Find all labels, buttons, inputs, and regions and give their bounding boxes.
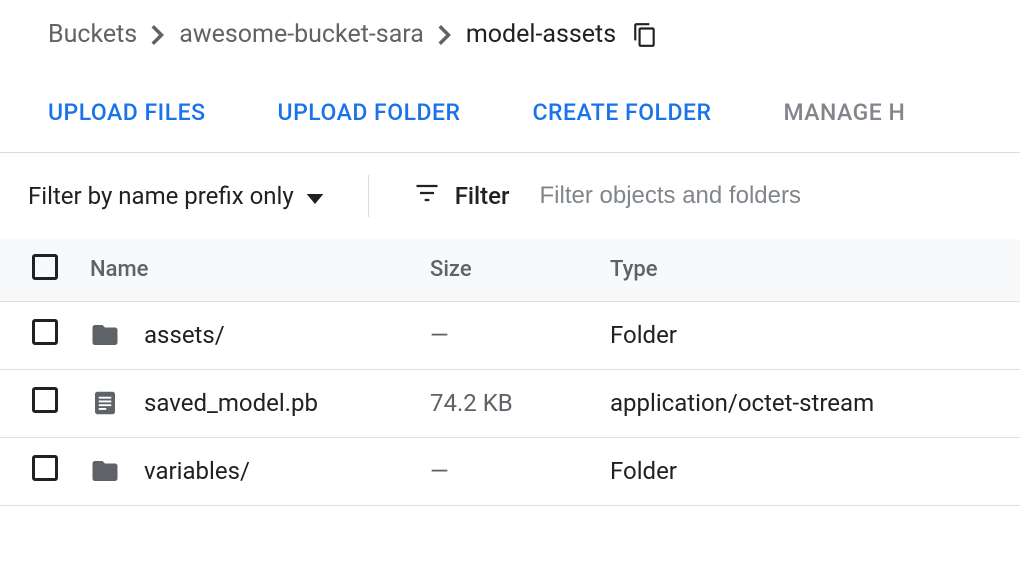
filter-prefix-label: Filter by name prefix only xyxy=(28,182,294,210)
chevron-right-icon xyxy=(438,24,452,46)
row-checkbox[interactable] xyxy=(32,455,58,481)
upload-files-button[interactable]: UPLOAD FILES xyxy=(48,99,206,126)
object-type: Folder xyxy=(610,301,1020,369)
table-row[interactable]: variables/ —Folder xyxy=(0,437,1020,505)
action-bar: UPLOAD FILES UPLOAD FOLDER CREATE FOLDER… xyxy=(0,49,1020,152)
object-size: — xyxy=(430,301,610,369)
filter-group: Filter xyxy=(385,179,510,213)
filter-prefix-dropdown[interactable]: Filter by name prefix only xyxy=(28,182,352,210)
dropdown-arrow-icon xyxy=(306,182,324,210)
column-header-type[interactable]: Type xyxy=(610,239,1020,301)
breadcrumb-root[interactable]: Buckets xyxy=(48,20,137,49)
file-icon xyxy=(90,388,120,418)
select-all-checkbox[interactable] xyxy=(32,254,58,280)
object-name[interactable]: assets/ xyxy=(144,321,225,349)
row-checkbox[interactable] xyxy=(32,387,58,413)
objects-table: Name Size Type assets/—Foldersaved_model… xyxy=(0,239,1020,506)
breadcrumb: Buckets awesome-bucket-sara model-assets xyxy=(0,0,1020,49)
table-header-row: Name Size Type xyxy=(0,239,1020,301)
row-checkbox[interactable] xyxy=(32,319,58,345)
column-header-name[interactable]: Name xyxy=(90,239,430,301)
filter-input[interactable] xyxy=(526,182,993,210)
table-row[interactable]: saved_model.pb 74.2 KBapplication/octet-s… xyxy=(0,369,1020,437)
copy-icon[interactable] xyxy=(632,22,658,48)
folder-icon xyxy=(90,456,120,486)
object-size: 74.2 KB xyxy=(430,369,610,437)
table-row[interactable]: assets/ —Folder xyxy=(0,301,1020,369)
create-folder-button[interactable]: CREATE FOLDER xyxy=(532,99,711,126)
object-name[interactable]: saved_model.pb xyxy=(144,389,318,417)
filter-label: Filter xyxy=(455,182,510,210)
breadcrumb-bucket[interactable]: awesome-bucket-sara xyxy=(179,20,424,49)
chevron-right-icon xyxy=(151,24,165,46)
upload-folder-button[interactable]: UPLOAD FOLDER xyxy=(278,99,461,126)
object-size: — xyxy=(430,437,610,505)
folder-icon xyxy=(90,320,120,350)
filter-row: Filter by name prefix only Filter xyxy=(0,153,1020,239)
object-name[interactable]: variables/ xyxy=(144,457,250,485)
object-type: application/octet-stream xyxy=(610,369,1020,437)
filter-icon xyxy=(413,179,441,213)
manage-holds-button[interactable]: MANAGE H xyxy=(783,99,905,126)
object-type: Folder xyxy=(610,437,1020,505)
column-header-size[interactable]: Size xyxy=(430,239,610,301)
divider xyxy=(368,175,369,217)
breadcrumb-current: model-assets xyxy=(466,20,616,49)
